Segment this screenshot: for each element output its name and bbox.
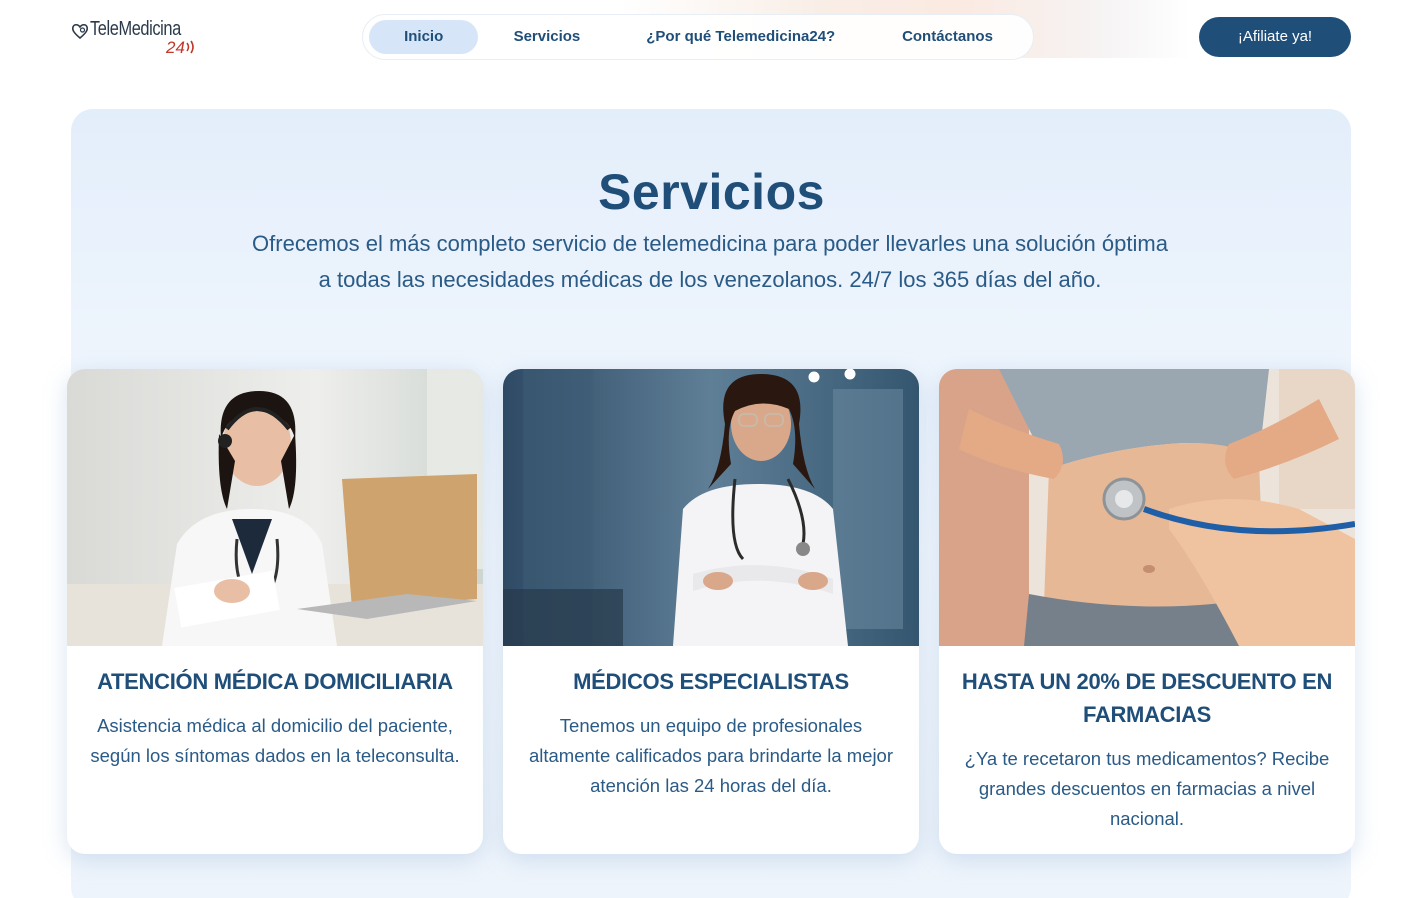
nav-item-contactanos[interactable]: Contáctanos xyxy=(868,20,1027,54)
main-nav: Inicio Servicios ¿Por qué Telemedicina24… xyxy=(362,14,1034,60)
service-card-atencion-domiciliaria[interactable]: ATENCIÓN MÉDICA DOMICILIARIA Asistencia … xyxy=(67,369,483,854)
nav-item-servicios[interactable]: Servicios xyxy=(480,20,613,54)
site-header: TeleMedicina 24 Inicio Servicios ¿Por qu… xyxy=(0,0,1423,72)
signal-waves-icon xyxy=(186,40,194,54)
service-card-medicos-especialistas[interactable]: MÉDICOS ESPECIALISTAS Tenemos un equipo … xyxy=(503,369,919,854)
card-title: MÉDICOS ESPECIALISTAS xyxy=(573,669,849,694)
carousel-dots xyxy=(808,369,856,383)
nav-item-inicio[interactable]: Inicio xyxy=(369,20,479,54)
stethoscope-heart-icon xyxy=(71,23,89,40)
child-stethoscope-photo xyxy=(939,369,1355,646)
card-text: ¿Ya te recetaron tus medicamentos? Recib… xyxy=(964,748,1330,829)
telemedicina24-logo[interactable]: TeleMedicina 24 xyxy=(70,16,210,60)
card-text: Asistencia médica al domicilio del pacie… xyxy=(90,715,460,766)
nav-item-por-que[interactable]: ¿Por qué Telemedicina24? xyxy=(614,20,868,54)
specialist-doctor-photo xyxy=(503,369,919,646)
section-description: Ofrecemos el más completo servicio de te… xyxy=(252,231,1168,292)
card-text: Tenemos un equipo de profesionales altam… xyxy=(528,715,894,796)
card-title: HASTA UN 20% DE DESCUENTO EN FARMACIAS xyxy=(961,669,1333,727)
card-title: ATENCIÓN MÉDICA DOMICILIARIA xyxy=(97,669,453,694)
doctor-laptop-photo xyxy=(67,369,483,646)
logo-24: 24 xyxy=(166,38,185,57)
section-title: Servicios xyxy=(598,164,825,220)
service-card-descuento-farmacias[interactable]: HASTA UN 20% DE DESCUENTO EN FARMACIAS ¿… xyxy=(939,369,1355,854)
afiliate-button[interactable]: ¡Afiliate ya! xyxy=(1199,17,1351,57)
